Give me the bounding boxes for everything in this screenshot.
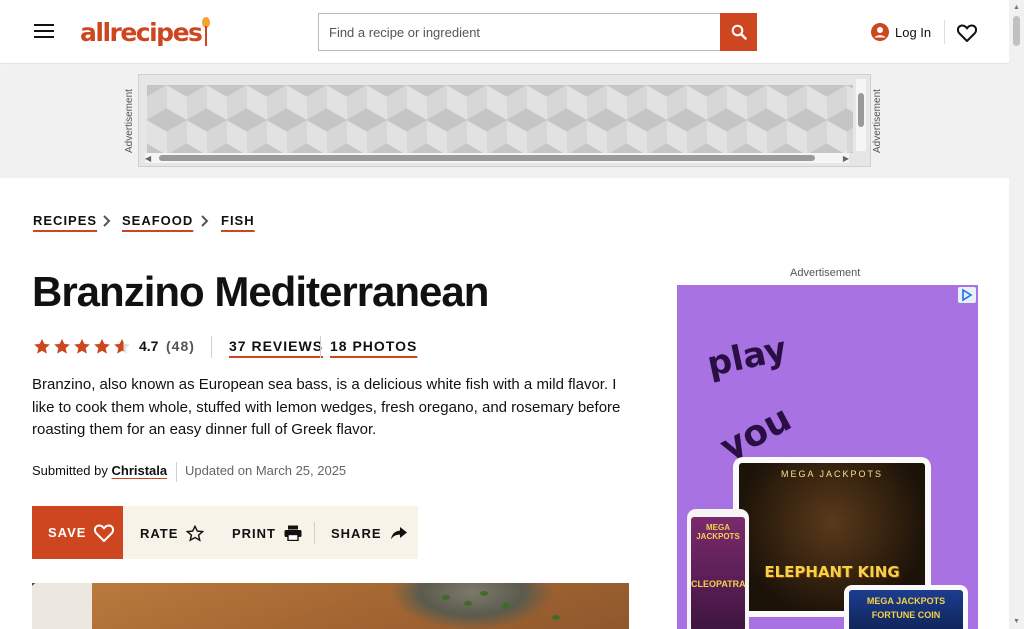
updated-date: Updated on March 25, 2025 (185, 463, 347, 478)
print-label: PRINT (232, 525, 276, 541)
ad-phone-game: CLEOPATRA (691, 579, 746, 589)
ad-vertical-scrollbar[interactable] (856, 79, 866, 151)
star-rating (33, 338, 131, 355)
menu-button[interactable] (32, 20, 56, 42)
login-link[interactable]: Log In (868, 18, 934, 46)
ad-vertical-scroll-thumb[interactable] (858, 93, 864, 127)
recipe-title: Branzino Mediterranean (32, 268, 489, 315)
reviews-link[interactable]: 37 REVIEWS (229, 338, 323, 354)
ad-tablet2-image: MEGA JACKPOTS FORTUNE COIN (844, 585, 968, 629)
adchoices-icon[interactable] (958, 287, 976, 303)
side-ad-label: Advertisement (790, 267, 861, 279)
rating-value[interactable]: 4.7 (139, 338, 158, 354)
star-icon[interactable] (73, 338, 91, 355)
chevron-right-icon (103, 215, 111, 227)
heart-icon (94, 523, 115, 542)
ad-horizontal-scroll-thumb[interactable] (159, 155, 815, 161)
recipe-action-bar: SAVE RATE PRINT SHARE (32, 506, 418, 559)
scroll-down-icon[interactable]: ▼ (1013, 618, 1020, 625)
rating-divider (211, 336, 212, 358)
ad-horizontal-scrollbar[interactable]: ◀ ▶ (145, 153, 849, 163)
photos-link[interactable]: 18 PHOTOS (330, 338, 417, 354)
top-ad-frame[interactable]: ◀ ▶ (138, 74, 871, 167)
printer-icon (284, 525, 302, 541)
breadcrumb-recipes[interactable]: RECIPES (33, 212, 97, 234)
rate-label: RATE (140, 525, 179, 541)
share-button[interactable]: SHARE (331, 523, 408, 543)
share-icon (390, 527, 407, 540)
heart-icon (957, 24, 977, 42)
breadcrumb-fish[interactable]: FISH (221, 212, 255, 234)
header-divider (944, 20, 945, 44)
star-half-icon[interactable] (113, 338, 131, 355)
breadcrumb-seafood[interactable]: SEAFOOD (122, 212, 193, 234)
star-outline-icon (186, 524, 205, 542)
page-scrollbar[interactable]: ▲ ▼ (1009, 0, 1024, 629)
menu-icon-line (34, 30, 54, 32)
menu-icon-line (34, 36, 54, 38)
save-label: SAVE (48, 525, 87, 540)
search-bar (318, 12, 758, 52)
login-label: Log In (895, 24, 932, 40)
user-icon (871, 23, 889, 41)
star-icon[interactable] (53, 338, 71, 355)
scroll-right-icon[interactable]: ▶ (843, 154, 849, 163)
saved-recipes-button[interactable] (956, 20, 978, 46)
logo-text: allrecipes (80, 17, 203, 47)
menu-icon-line (34, 24, 54, 26)
search-button[interactable] (720, 13, 757, 51)
chevron-right-icon (201, 215, 209, 227)
ad-brand-text: MEGA JACKPOTS (780, 469, 884, 479)
action-divider (314, 522, 315, 544)
ad-tablet2-game: FORTUNE COIN (871, 610, 941, 620)
ad-game-title: ELEPHANT KING (764, 563, 900, 581)
page-scroll-thumb[interactable] (1013, 16, 1020, 46)
byline: Submitted by Christala (32, 463, 167, 478)
reviews-divider (320, 336, 321, 358)
ad-phone-image: MEGA JACKPOTS CLEOPATRA (687, 509, 749, 629)
print-button[interactable]: PRINT (232, 523, 302, 543)
spoon-icon (202, 17, 211, 47)
ad-label-right: Advertisement (872, 89, 883, 153)
search-input[interactable] (318, 13, 720, 51)
ad-tablet2-brand: MEGA JACKPOTS (866, 596, 946, 606)
search-icon (731, 24, 747, 40)
author-link[interactable]: Christala (112, 463, 168, 478)
scroll-left-icon[interactable]: ◀ (145, 154, 151, 163)
ad-phone-brand: MEGA JACKPOTS (696, 523, 740, 541)
scroll-up-icon[interactable]: ▲ (1013, 4, 1020, 11)
star-icon[interactable] (33, 338, 51, 355)
byline-divider (176, 462, 177, 482)
side-ad[interactable]: play you MEGA JACKPOTS ELEPHANT KING MEG… (677, 285, 978, 629)
recipe-description: Branzino, also known as European sea bas… (32, 376, 621, 438)
star-icon[interactable] (93, 338, 111, 355)
save-button[interactable]: SAVE (32, 506, 123, 559)
site-header: allrecipes Log In (0, 0, 1009, 64)
share-label: SHARE (331, 525, 382, 541)
recipe-hero-image (32, 583, 629, 629)
rating-count: (48) (166, 338, 195, 354)
ad-placeholder-pattern (147, 85, 853, 153)
submitted-by-label: Submitted by (32, 463, 108, 478)
allrecipes-logo[interactable]: allrecipes (80, 16, 211, 48)
ad-word-play: play (703, 329, 791, 385)
rate-button[interactable]: RATE (140, 523, 205, 543)
ad-label-left: Advertisement (124, 89, 135, 153)
